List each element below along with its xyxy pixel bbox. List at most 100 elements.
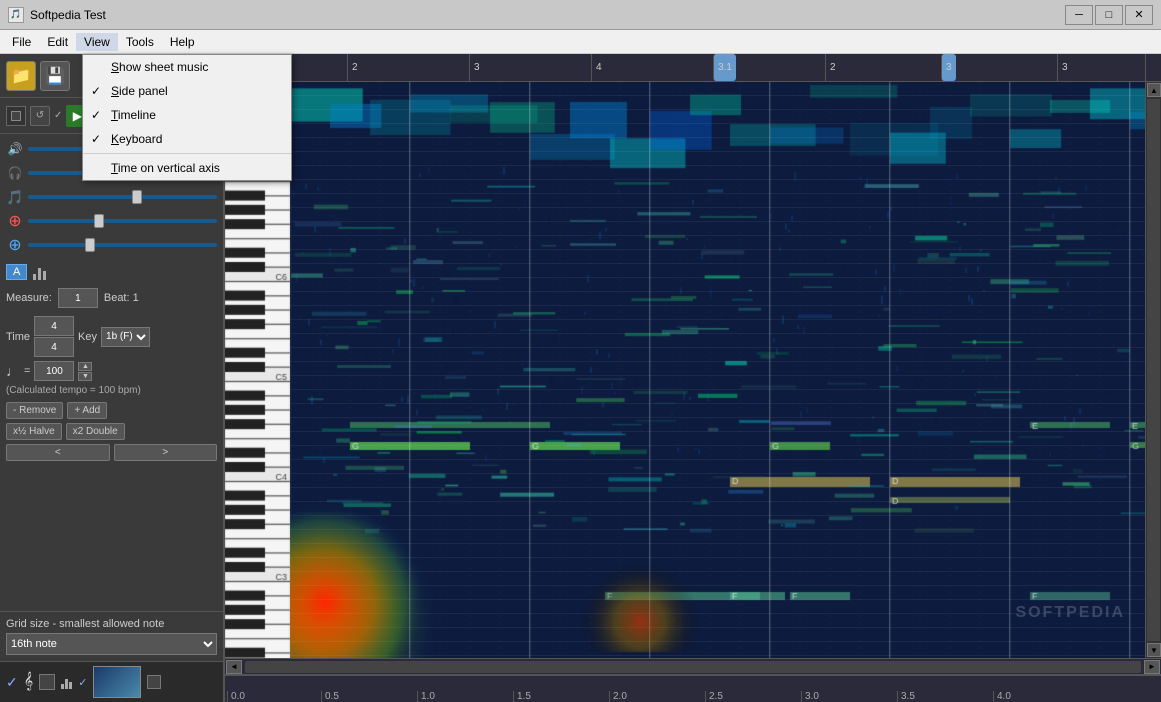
window-controls: ─ □ ✕ [1065,5,1153,25]
timeline-tick-4: 2.0 [609,691,627,702]
folder-button[interactable]: 📁 [6,61,36,91]
view-dropdown: Show sheet music ✓ Side panel ✓ Timeline… [82,54,292,181]
tempo-spin-arrows: ▲ ▼ [78,362,92,381]
time-key-controls: Time Key 1b (F) ♩ = ▲ ▼ (Calculate [0,312,223,400]
grid-lines-vertical [290,82,1145,658]
maximize-button[interactable]: □ [1095,5,1123,25]
effect2-icon: ⊕ [6,236,24,254]
menu-help[interactable]: Help [162,33,203,51]
measure-ruler: 2.1 2 3 4 3.1 2 3 3 [225,54,1161,82]
scroll-thumb-v[interactable] [1147,99,1160,641]
grid-size-label: Grid size - smallest allowed note [6,618,217,630]
instrument-button[interactable]: A [6,264,27,280]
menu-time-vertical[interactable]: Time on vertical axis [83,156,291,180]
measure-row: Measure: Beat: 1 [6,288,217,308]
record-color-box[interactable] [6,106,26,126]
time-sig-top[interactable] [34,316,74,336]
measure-controls: Measure: Beat: 1 [0,284,223,312]
effect2-slider-row: ⊕ [6,236,217,254]
close-button[interactable]: ✕ [1125,5,1153,25]
ruler-tick-1: 2 [347,54,358,81]
menu-show-sheet-music[interactable]: Show sheet music [83,55,291,79]
app-title: Softpedia Test [30,8,1153,22]
tempo-spin-up[interactable]: ▲ [78,362,92,371]
menu-time-vertical-label: Time on vertical axis [111,161,220,175]
time-sig-bottom[interactable] [34,337,74,357]
check-side-panel: ✓ [91,84,101,98]
scroll-bar-right[interactable]: ▲ ▼ [1145,82,1161,658]
check-show-sheet [91,60,94,74]
grid-size-select[interactable]: 16th note [6,633,217,655]
ruler-tick-4: 3.1 [713,54,736,81]
menu-tools[interactable]: Tools [118,33,162,51]
color-box[interactable] [39,674,55,690]
piano-roll-area: 2.1 2 3 4 3.1 2 3 3 SOFT [225,54,1161,702]
ruler-tick-5: 2 [825,54,836,81]
thumbnail-preview[interactable] [93,666,141,698]
bottom-icon-row: ✓ 𝄞 ✓ [0,661,223,702]
headphone-slider-icon: 🎧 [6,164,24,182]
halve-button[interactable]: x½ Halve [6,423,62,440]
timeline-tick-2: 1.0 [417,691,435,702]
equals-sign: = [24,365,30,377]
menu-side-panel[interactable]: ✓ Side panel [83,79,291,103]
time-key-row: Time Key 1b (F) [6,316,217,357]
ruler-corner [1145,54,1161,81]
note-grid[interactable]: SOFTPEDIA [290,82,1145,658]
bottom-timeline: 0.0 0.5 1.0 1.5 2.0 2.5 3.0 3.5 4.0 [225,674,1161,702]
ruler-tick-2: 3 [469,54,480,81]
check-keyboard: ✓ [91,132,101,146]
sheet-music-icon[interactable]: 𝄞 [24,673,33,691]
menu-separator [83,153,291,154]
ruler-tick-3: 4 [591,54,602,81]
minimize-button[interactable]: ─ [1065,5,1093,25]
eq-icon[interactable] [61,675,72,689]
halve-double-row: x½ Halve x2 Double [0,421,223,442]
time-sig-box [34,316,74,357]
left-bottom: Grid size - smallest allowed note 16th n… [0,611,223,661]
remove-button[interactable]: - Remove [6,402,63,419]
piano-grid-container: SOFTPEDIA ▲ ▼ [225,82,1161,658]
save-button[interactable]: 💾 [40,61,70,91]
tempo-input[interactable] [34,361,74,381]
menu-timeline[interactable]: ✓ Timeline [83,103,291,127]
effect1-slider[interactable] [28,219,217,223]
scroll-bar-bottom[interactable]: ◄ ► [225,658,1161,674]
add-button[interactable]: + Add [67,402,107,419]
menu-keyboard[interactable]: ✓ Keyboard [83,127,291,151]
scroll-thumb-h[interactable] [245,661,1141,673]
timeline-tick-0: 0.0 [227,691,245,702]
tempo-row: ♩ = ▲ ▼ [6,361,217,381]
prev-button[interactable]: < [6,444,110,461]
menu-view[interactable]: View [76,33,118,51]
tempo-spin-down[interactable]: ▼ [78,372,92,381]
scroll-down[interactable]: ▼ [1147,643,1161,657]
key-label: Key [78,331,97,343]
pitch-slider[interactable] [28,195,217,199]
effect1-slider-row: ⊕ [6,212,217,230]
menu-edit[interactable]: Edit [39,33,76,51]
measure-label: Measure: [6,292,52,304]
eq-bars-icon[interactable] [33,264,46,280]
effect2-slider[interactable] [28,243,217,247]
double-button[interactable]: x2 Double [66,423,125,440]
scroll-right[interactable]: ► [1144,660,1160,674]
timeline-tick-8: 4.0 [993,691,1011,702]
key-select[interactable]: 1b (F) [101,327,150,347]
scroll-up[interactable]: ▲ [1147,83,1161,97]
measure-input[interactable] [58,288,98,308]
scroll-left[interactable]: ◄ [226,660,242,674]
ruler-tick-7: 3 [1057,54,1068,81]
menu-keyboard-label: Keyboard [111,132,162,146]
title-bar: 🎵 Softpedia Test ─ □ ✕ [0,0,1161,30]
next-button[interactable]: > [114,444,218,461]
timeline-tick-7: 3.5 [897,691,915,702]
timeline-tick-3: 1.5 [513,691,531,702]
check-small: ✓ [78,676,87,689]
loop-button[interactable]: ↺ [30,106,50,126]
small-square[interactable] [147,675,161,689]
menu-bar: File Edit View Tools Help [0,30,1161,54]
menu-file[interactable]: File [4,33,39,51]
check-icon[interactable]: ✓ [6,674,18,691]
instrument-row: A [0,260,223,284]
